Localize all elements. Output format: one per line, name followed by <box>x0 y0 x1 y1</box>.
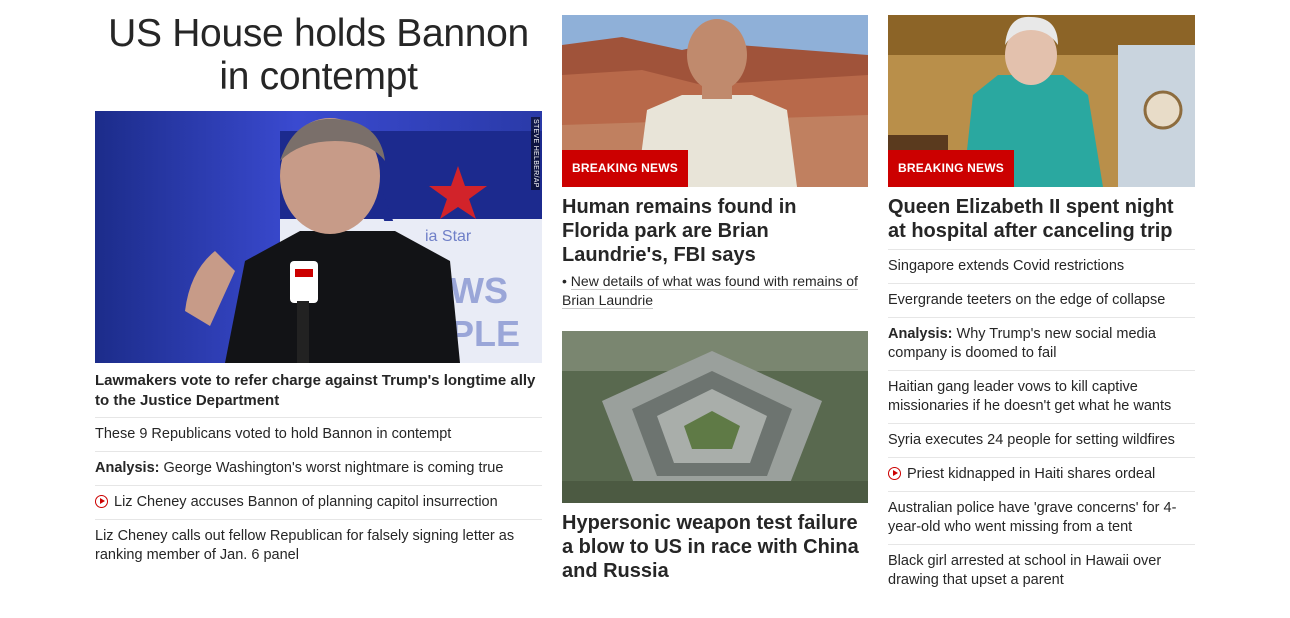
headline-text: Australian police have 'grave concerns' … <box>888 500 1177 535</box>
headline-text: Evergrande teeters on the edge of collap… <box>888 292 1166 308</box>
list-item[interactable]: Evergrande teeters on the edge of collap… <box>888 283 1195 317</box>
headline-link[interactable]: Liz Cheney accuses Bannon of planning ca… <box>95 493 542 512</box>
headline-link[interactable]: Evergrande teeters on the edge of collap… <box>888 291 1195 310</box>
right-column: BREAKING NEWS Queen Elizabeth II spent n… <box>888 0 1195 597</box>
list-item[interactable]: Black girl arrested at school in Hawaii … <box>888 544 1195 597</box>
list-item[interactable]: Haitian gang leader vows to kill captive… <box>888 370 1195 423</box>
middle-column: BREAKING NEWS Human remains found in Flo… <box>562 0 868 583</box>
headline-link[interactable]: These 9 Republicans voted to hold Bannon… <box>95 425 542 444</box>
headline-text: These 9 Republicans voted to hold Bannon… <box>95 426 452 442</box>
laundrie-sub-link[interactable]: • New details of what was found with rem… <box>562 272 868 310</box>
laundrie-link[interactable]: Human remains found in Florida park are … <box>562 195 868 267</box>
svg-text:PLE: PLE <box>450 313 520 354</box>
headline-text: Syria executes 24 people for setting wil… <box>888 432 1175 448</box>
lead-story-title[interactable]: Lawmakers vote to refer charge against T… <box>95 371 542 411</box>
hypersonic-title[interactable]: Hypersonic weapon test failure a blow to… <box>562 511 868 583</box>
breaking-news-badge: BREAKING NEWS <box>562 150 688 187</box>
headline-link[interactable]: Haitian gang leader vows to kill captive… <box>888 378 1195 416</box>
list-item[interactable]: Analysis: George Washington's worst nigh… <box>95 451 542 485</box>
headline-link[interactable]: Syria executes 24 people for setting wil… <box>888 431 1195 450</box>
analysis-label: Analysis: <box>888 326 953 342</box>
main-headline[interactable]: US House holds Bannon in contempt <box>95 12 542 98</box>
svg-text:ia Star: ia Star <box>425 228 472 245</box>
headline-link[interactable]: Australian police have 'grave concerns' … <box>888 499 1195 537</box>
list-item[interactable]: Singapore extends Covid restrictions <box>888 249 1195 283</box>
headline-link[interactable]: Black girl arrested at school in Hawaii … <box>888 552 1195 590</box>
headline-link[interactable]: Priest kidnapped in Haiti shares ordeal <box>888 465 1195 484</box>
bannon-image: A ia Star WS PLE <box>95 111 542 363</box>
headline-text: Black girl arrested at school in Hawaii … <box>888 553 1162 588</box>
headlines-list: Singapore extends Covid restrictions Ever… <box>888 249 1195 597</box>
queen-photo[interactable]: BREAKING NEWS <box>888 15 1195 187</box>
list-item[interactable]: Analysis: Why Trump's new social media c… <box>888 317 1195 370</box>
main-headline-link[interactable]: US House holds Bannon in contempt <box>95 12 542 98</box>
top-story-column: US House holds Bannon in contempt A ia S… <box>95 0 542 572</box>
pentagon-image <box>562 331 868 503</box>
laundrie-title[interactable]: Human remains found in Florida park are … <box>562 195 868 267</box>
headline-text: Liz Cheney calls out fellow Republican f… <box>95 528 515 563</box>
headline-link[interactable]: Singapore extends Covid restrictions <box>888 257 1195 276</box>
queen-link[interactable]: Queen Elizabeth II spent night at hospit… <box>888 195 1195 243</box>
headline-text: Singapore extends Covid restrictions <box>888 258 1125 274</box>
related-links-list: These 9 Republicans voted to hold Bannon… <box>95 417 542 572</box>
bullet: • <box>562 273 571 289</box>
list-item[interactable]: These 9 Republicans voted to hold Bannon… <box>95 417 542 451</box>
lead-story-link[interactable]: Lawmakers vote to refer charge against T… <box>95 371 542 411</box>
headline-text: Haitian gang leader vows to kill captive… <box>888 379 1172 414</box>
pentagon-photo[interactable] <box>562 331 868 503</box>
breaking-news-badge: BREAKING NEWS <box>888 150 1014 187</box>
analysis-label: Analysis: <box>95 460 160 476</box>
play-video-icon <box>888 467 901 480</box>
headline-link[interactable]: Liz Cheney calls out fellow Republican f… <box>95 527 542 565</box>
play-video-icon <box>95 495 108 508</box>
list-item[interactable]: Liz Cheney accuses Bannon of planning ca… <box>95 485 542 519</box>
bannon-photo[interactable]: A ia Star WS PLE STEVE HELBER/AP <box>95 111 542 363</box>
queen-title[interactable]: Queen Elizabeth II spent night at hospit… <box>888 195 1195 243</box>
headline-link[interactable]: Analysis: Why Trump's new social media c… <box>888 325 1195 363</box>
list-item[interactable]: Syria executes 24 people for setting wil… <box>888 423 1195 457</box>
photo-credit: STEVE HELBER/AP <box>531 117 540 190</box>
svg-text:WS: WS <box>450 270 508 311</box>
laundrie-photo[interactable]: BREAKING NEWS <box>562 15 868 187</box>
headline-text: Priest kidnapped in Haiti shares ordeal <box>907 466 1156 482</box>
headline-link[interactable]: Analysis: George Washington's worst nigh… <box>95 459 542 478</box>
headline-text: George Washington's worst nightmare is c… <box>163 460 504 476</box>
hypersonic-link[interactable]: Hypersonic weapon test failure a blow to… <box>562 511 868 583</box>
list-item[interactable]: Australian police have 'grave concerns' … <box>888 491 1195 544</box>
list-item[interactable]: Liz Cheney calls out fellow Republican f… <box>95 519 542 572</box>
headline-text: Liz Cheney accuses Bannon of planning ca… <box>114 494 498 510</box>
laundrie-sub-text[interactable]: New details of what was found with remai… <box>562 273 858 309</box>
list-item[interactable]: Priest kidnapped in Haiti shares ordeal <box>888 457 1195 491</box>
